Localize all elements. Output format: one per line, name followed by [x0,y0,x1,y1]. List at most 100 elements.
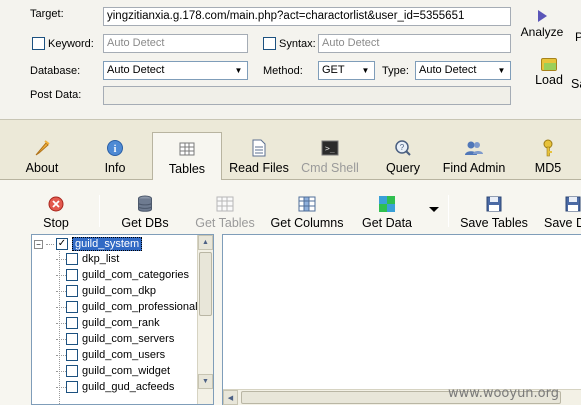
file-icon [228,137,290,159]
dotted-connector [46,243,54,245]
tree-item-label: dkp_list [82,253,120,265]
save-data-button[interactable]: Save D [544,193,581,230]
terminal-icon: >_ [298,137,362,159]
tab-cmd-shell[interactable]: >_ Cmd Shell [298,132,362,180]
tab-md5[interactable]: MD5 [531,132,565,180]
syntax-label: Syntax: [279,38,316,50]
get-data-dropdown[interactable] [427,202,441,216]
tab-read-files[interactable]: Read Files [228,132,290,180]
load-button[interactable]: Load [531,58,567,92]
scroll-up-button[interactable]: ▲ [198,235,213,250]
svg-text:>_: >_ [325,144,335,153]
tables-tree[interactable]: − ✓ guild_system dkp_list guild_com_cate… [31,234,214,405]
keyword-checkbox[interactable] [32,37,45,50]
database-icon [119,193,171,215]
tabs: About i Info Tables Read Files >_ Cmd Sh… [0,132,581,180]
tree-item-label: guild_com_widget [82,365,171,377]
tab-about[interactable]: About [20,132,64,180]
stop-icon [40,193,72,215]
columns-icon [269,193,345,215]
chevron-down-icon [429,206,439,212]
database-label: Database: [30,65,81,77]
type-select[interactable]: Auto Detect ▼ [415,61,511,80]
chevron-down-icon: ▼ [361,66,370,75]
root-checkbox[interactable]: ✓ [56,238,68,250]
data-grid-area[interactable]: ◀ [222,234,581,405]
collapse-icon: − [34,239,43,249]
post-data-input[interactable] [103,86,511,105]
scroll-left-button[interactable]: ◀ [223,390,238,405]
tree-checkbox[interactable] [66,253,78,265]
target-input[interactable]: yingzitianxia.g.178.com/main.php?act=cha… [103,7,511,26]
toolbar-separator [99,195,100,227]
tab-find-admin[interactable]: Find Admin [440,132,508,180]
tree-item[interactable]: guild_com_users [56,347,165,363]
play-icon [537,10,547,22]
tree-item-label: guild_com_users [82,349,166,361]
target-label: Target: [30,8,64,20]
stop-button[interactable]: Stop [40,193,72,230]
tree-checkbox[interactable] [66,349,78,361]
tree-item[interactable]: guild_com_rank [56,315,160,331]
tree-checkbox[interactable] [66,301,78,313]
data-grid-icon [361,193,413,215]
tree-item[interactable]: guild_gud_acfeeds [56,379,174,395]
tree-checkbox[interactable] [66,333,78,345]
toolbar-separator [448,195,449,227]
tree-checkbox[interactable] [66,269,78,281]
database-select[interactable]: Auto Detect ▼ [103,61,248,80]
get-dbs-button[interactable]: Get DBs [119,193,171,230]
method-label: Method: [263,65,303,77]
tree-checkbox[interactable] [66,317,78,329]
type-label: Type: [382,65,409,77]
method-select[interactable]: GET ▼ [318,61,375,80]
tree-item[interactable]: guild_com_widget [56,363,170,379]
users-icon [440,137,508,159]
syntax-input[interactable]: Auto Detect [318,34,511,53]
tree-item[interactable]: guild_com_dkp [56,283,156,299]
floppy-icon [544,193,581,215]
tab-query[interactable]: ? Query [382,132,424,180]
scroll-down-button[interactable]: ▼ [198,374,213,389]
syntax-placeholder: Auto Detect [322,37,380,49]
tree-item[interactable]: dkp_list [56,251,119,267]
tree-item-label: guild_gud_acfeeds [82,381,175,393]
tree-item-label: guild_com_rank [82,317,160,329]
chevron-down-icon: ▼ [234,66,243,75]
target-value: yingzitianxia.g.178.com/main.php?act=cha… [107,10,465,22]
tab-info[interactable]: i Info [97,132,133,180]
tree-item-label: guild_com_dkp [82,285,156,297]
tables-icon [153,138,221,160]
get-data-button[interactable]: Get Data [361,193,413,230]
tab-tables[interactable]: Tables [152,132,222,180]
tree-scrollbar[interactable]: ▲ ▼ [197,235,213,404]
save-tables-button[interactable]: Save Tables [458,193,530,230]
get-tables-button[interactable]: Get Tables [192,193,258,230]
scroll-thumb[interactable] [199,252,212,316]
tree-item-label: guild_com_categories [82,269,190,281]
tree-item[interactable]: guild_com_categories [56,267,189,283]
tree-checkbox[interactable] [66,381,78,393]
root-label: guild_system [72,237,143,251]
keyword-label: Keyword: [48,38,94,50]
type-value: Auto Detect [419,64,477,76]
tree-checkbox[interactable] [66,365,78,377]
svg-text:?: ? [400,143,405,152]
chevron-down-icon: ▼ [497,66,506,75]
floppy-icon [458,193,530,215]
analyze-button[interactable]: Analyze [518,8,566,48]
query-icon: ? [382,137,424,159]
get-columns-button[interactable]: Get Columns [269,193,345,230]
svg-text:i: i [114,144,117,155]
tree-checkbox[interactable] [66,285,78,297]
tree-item[interactable]: guild_com_professional [56,299,198,315]
partial-button-label: P [575,30,581,44]
syntax-checkbox[interactable] [263,37,276,50]
table-grid-icon [192,193,258,215]
tree-item-label: guild_com_professional [82,301,198,313]
keyword-placeholder: Auto Detect [107,37,165,49]
post-data-label: Post Data: [30,89,82,101]
tree-root[interactable]: − ✓ guild_system [34,236,143,252]
tree-item[interactable]: guild_com_servers [56,331,174,347]
keyword-input[interactable]: Auto Detect [103,34,248,53]
